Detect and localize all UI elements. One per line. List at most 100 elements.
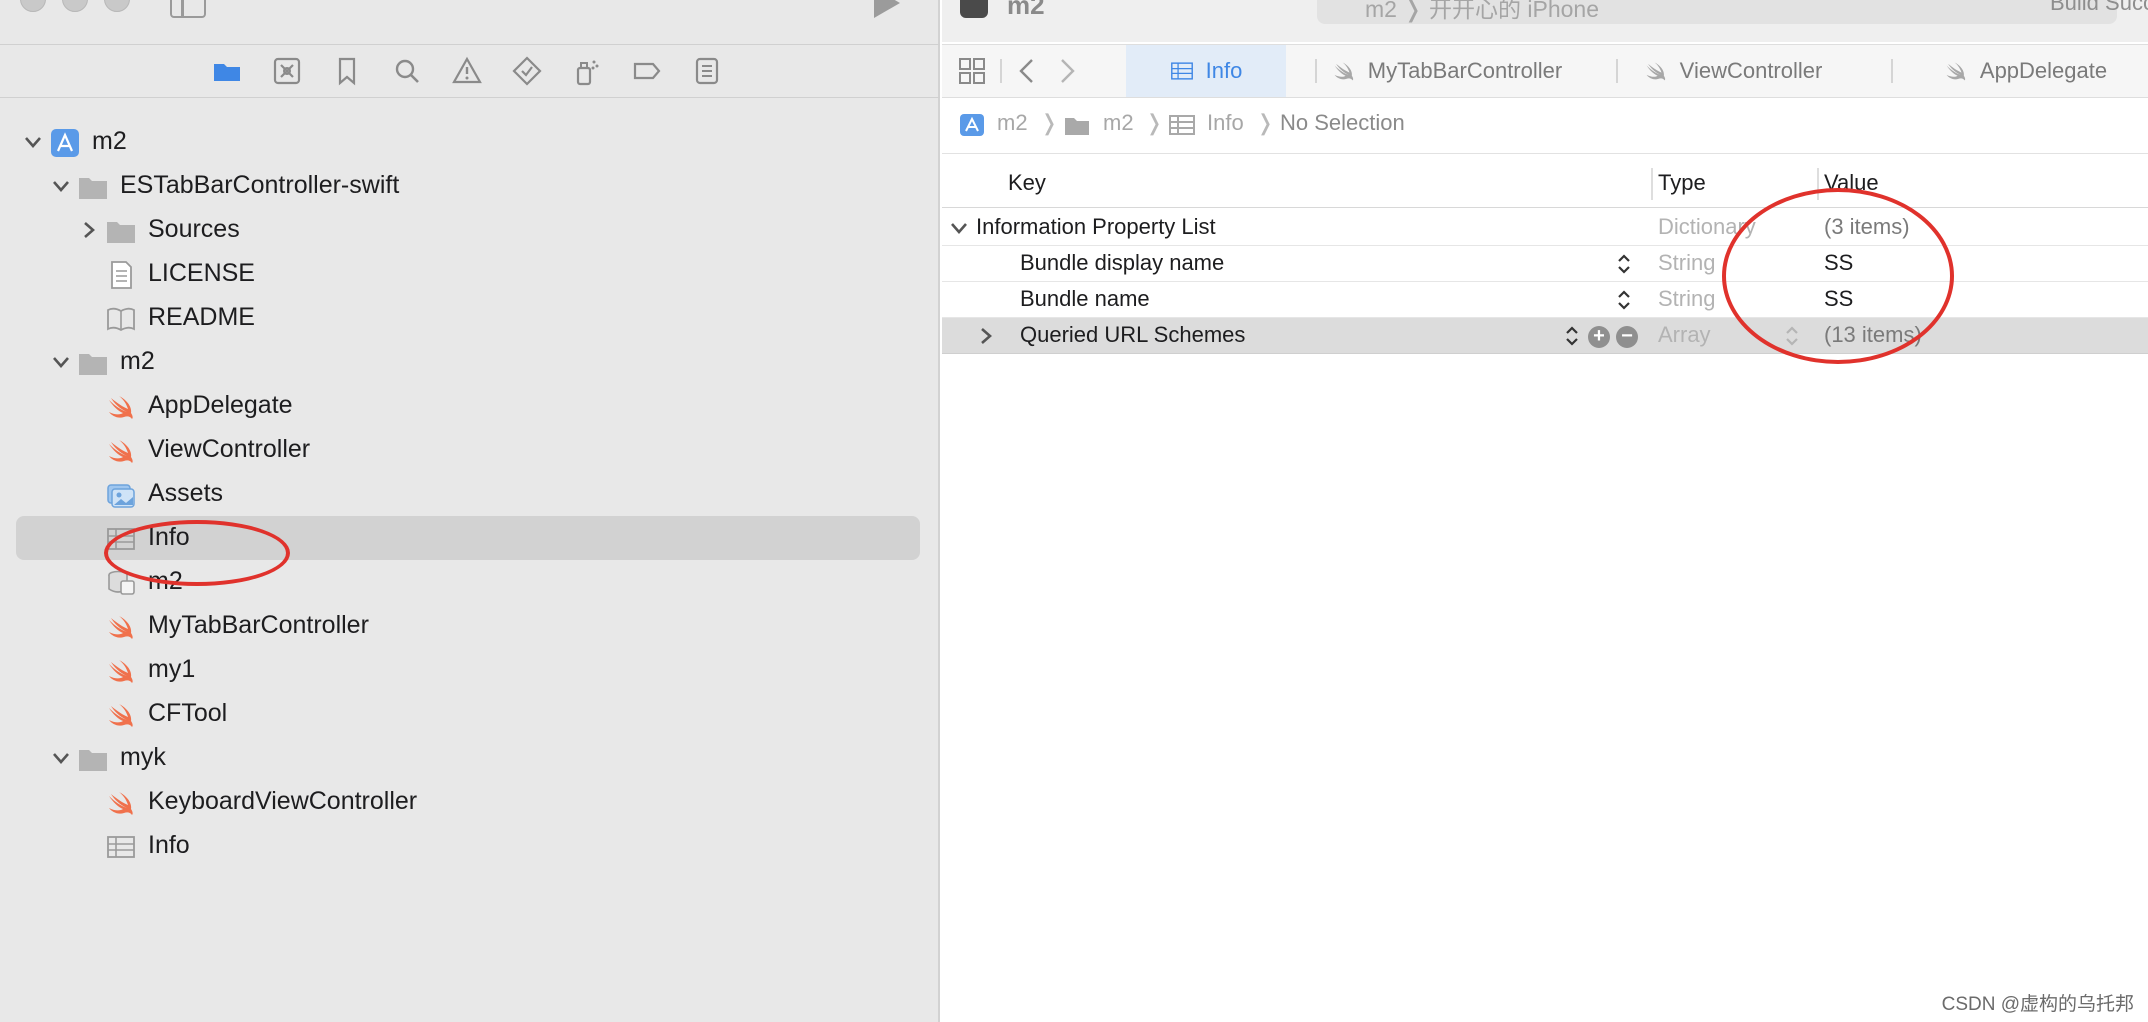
tree-row[interactable]: ViewController: [16, 428, 920, 472]
plist-type[interactable]: String: [1658, 286, 1715, 312]
plist-value[interactable]: SS: [1824, 286, 1853, 312]
project-navigator: m2 ESTabBarController-swift Sources LICENSE…: [0, 0, 940, 1022]
tree-row[interactable]: Sources: [16, 208, 920, 252]
tree-row[interactable]: MyTabBarController: [16, 604, 920, 648]
type-stepper-icon[interactable]: [1784, 324, 1800, 348]
column-type-header[interactable]: Type: [1658, 170, 1706, 196]
project-title: m2: [1007, 0, 1045, 20]
book-icon: [106, 305, 136, 333]
text-file-icon: [106, 261, 136, 289]
plist-type[interactable]: String: [1658, 250, 1715, 276]
tab-appdelegate[interactable]: AppDelegate: [1903, 45, 2148, 97]
plist-value[interactable]: (13 items): [1824, 322, 1922, 348]
chevron-down-icon[interactable]: [50, 351, 72, 373]
tree-item-label: myk: [120, 743, 166, 771]
sidebar-toggle-icon[interactable]: [170, 0, 206, 18]
source-control-icon[interactable]: [272, 56, 302, 86]
tree-row[interactable]: Info: [16, 824, 920, 868]
add-row-icon[interactable]: +: [1588, 326, 1610, 348]
plist-header: Key Type Value: [942, 160, 2148, 208]
back-chevron-icon[interactable]: [1014, 57, 1042, 85]
swift-icon: [106, 437, 136, 465]
plist-type[interactable]: Array: [1658, 322, 1711, 348]
column-value-header[interactable]: Value: [1824, 170, 1879, 196]
tab-mytabbarcontroller[interactable]: MyTabBarController: [1327, 45, 1567, 97]
tab-label: MyTabBarController: [1367, 58, 1563, 83]
chevron-right-icon[interactable]: [975, 325, 997, 347]
tree-row[interactable]: m2: [16, 560, 920, 604]
plist-type[interactable]: Dictionary: [1658, 214, 1756, 240]
swift-icon: [106, 657, 136, 685]
data-model-icon: [106, 569, 136, 597]
asset-catalog-icon: [106, 481, 136, 509]
plist-row[interactable]: Queried URL Schemes + − Array (13 items): [942, 318, 2148, 354]
jump-bar: m2 ❭ m2 ❭ Info ❭ No Selection: [942, 98, 2148, 154]
run-button[interactable]: [874, 0, 900, 18]
plist-row[interactable]: Bundle name String SS: [942, 282, 2148, 318]
swift-icon: [1944, 60, 1968, 82]
remove-row-icon[interactable]: −: [1616, 326, 1638, 348]
xcode-project-icon: [50, 129, 80, 157]
key-stepper-icon[interactable]: [1564, 324, 1580, 348]
watermark: CSDN @虚构的乌托邦: [1941, 994, 2134, 1015]
plist-table-icon: [1169, 113, 1195, 137]
plist-key: Bundle name: [1020, 286, 1150, 311]
related-items-grid-icon[interactable]: [958, 57, 986, 85]
plist-row[interactable]: Bundle display name String SS: [942, 246, 2148, 282]
chevron-right-icon[interactable]: [78, 219, 100, 241]
warning-icon[interactable]: [452, 56, 482, 86]
jump-bar-file[interactable]: Info: [1207, 110, 1244, 136]
test-diamond-icon[interactable]: [512, 56, 542, 86]
tree-item-label: Info: [148, 831, 190, 859]
plist-row[interactable]: Information Property List Dictionary (3 it…: [942, 210, 2148, 246]
minimize-window-button[interactable]: [62, 0, 88, 12]
tree-item-label: m2: [92, 127, 127, 155]
tree-row[interactable]: LICENSE: [16, 252, 920, 296]
plist-key: Information Property List: [976, 214, 1216, 239]
tree-row[interactable]: CFTool: [16, 692, 920, 736]
jump-bar-group[interactable]: m2: [1103, 110, 1134, 136]
tree-item-label: ESTabBarController-swift: [120, 171, 400, 199]
tree-row[interactable]: m2: [16, 120, 920, 164]
app-icon: [960, 0, 988, 18]
tab-label: ViewController: [1679, 58, 1823, 83]
tree-row[interactable]: README: [16, 296, 920, 340]
chevron-down-icon[interactable]: [50, 175, 72, 197]
breakpoint-icon[interactable]: [632, 56, 662, 86]
chevron-down-icon[interactable]: [948, 217, 970, 239]
tree-item-label: CFTool: [148, 699, 228, 727]
swift-icon: [106, 701, 136, 729]
close-window-button[interactable]: [20, 0, 46, 12]
tree-row[interactable]: ESTabBarController-swift: [16, 164, 920, 208]
folder-icon: [78, 745, 108, 773]
zoom-window-button[interactable]: [104, 0, 130, 12]
key-stepper-icon[interactable]: [1616, 252, 1632, 276]
plist-value[interactable]: (3 items): [1824, 214, 1910, 240]
column-key-header[interactable]: Key: [1008, 170, 1046, 196]
tab-viewcontroller[interactable]: ViewController: [1628, 45, 1838, 97]
editor-area: m2 m2 ❭ 开开心的 iPhone Build Succeeded Info…: [942, 0, 2148, 1022]
key-stepper-icon[interactable]: [1616, 288, 1632, 312]
tree-row[interactable]: m2: [16, 340, 920, 384]
jump-bar-selection[interactable]: No Selection: [1280, 110, 1405, 136]
report-icon[interactable]: [692, 56, 722, 86]
chevron-down-icon[interactable]: [50, 747, 72, 769]
forward-chevron-icon[interactable]: [1052, 57, 1080, 85]
chevron-down-icon[interactable]: [22, 131, 44, 153]
tree-row[interactable]: myk: [16, 736, 920, 780]
search-icon[interactable]: [392, 56, 422, 86]
tree-row[interactable]: KeyboardViewController: [16, 780, 920, 824]
jump-bar-project[interactable]: m2: [997, 110, 1028, 136]
tab-label: AppDelegate: [1979, 58, 2108, 83]
tree-row[interactable]: my1: [16, 648, 920, 692]
tab-info[interactable]: Info: [1126, 45, 1286, 97]
bookmark-icon[interactable]: [332, 56, 362, 86]
tree-row[interactable]: Info: [16, 516, 920, 560]
folder-icon[interactable]: [212, 56, 242, 86]
swift-icon: [1644, 60, 1668, 82]
plist-value[interactable]: SS: [1824, 250, 1853, 276]
tree-row[interactable]: Assets: [16, 472, 920, 516]
scheme-selector[interactable]: m2 ❭ 开开心的 iPhone: [1317, 0, 2117, 24]
tree-row[interactable]: AppDelegate: [16, 384, 920, 428]
debug-spray-icon[interactable]: [572, 56, 602, 86]
